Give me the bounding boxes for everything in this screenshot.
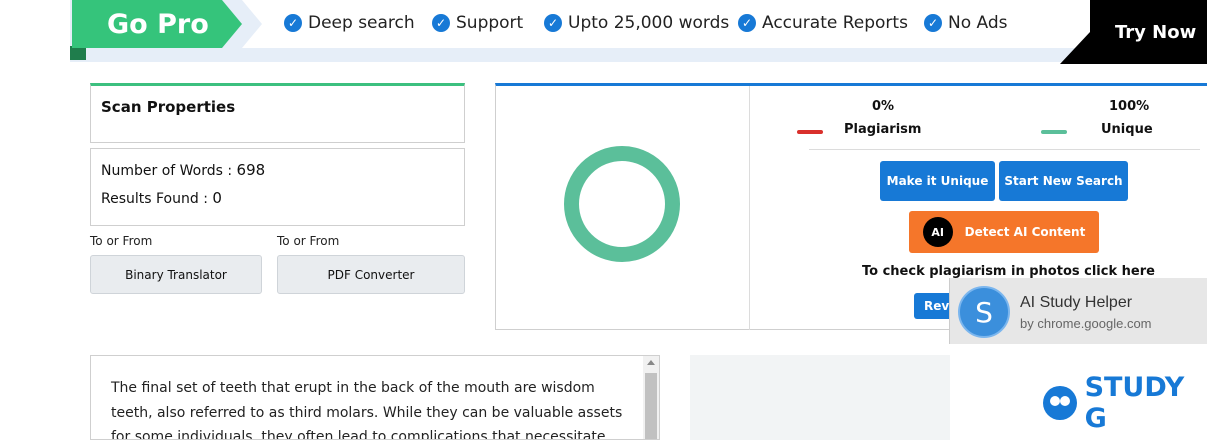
promo-banner: Go Pro ✓ Deep search ✓ Support ✓ Upto 25,00… [70,0,1207,64]
scan-stats-panel: Number of Words : 698 Results Found : 0 [90,148,465,226]
word-count-label: Number of Words : [101,163,233,179]
unique-label: Unique [1101,122,1153,137]
feature-label: Support [456,13,524,33]
scrollbar[interactable] [643,356,659,439]
feature-label: Accurate Reports [762,13,908,33]
start-new-search-button[interactable]: Start New Search [999,161,1128,201]
extension-avatar: S [958,286,1010,338]
tool-caption: To or From [90,234,153,248]
feature-label: Deep search [308,13,415,33]
detect-ai-content-button[interactable]: AI Detect AI Content [909,211,1099,253]
feature-label: Upto 25,000 words [568,13,730,33]
results-found: Results Found : 0 [101,189,222,207]
ai-icon: AI [922,217,953,247]
feature-item: ✓ Support [432,13,523,33]
unique-percent: 100% [1109,99,1150,114]
pdf-converter-button[interactable]: PDF Converter [277,255,465,294]
results-found-label: Results Found : [101,191,208,207]
check-icon: ✓ [738,14,756,32]
scrollbar-thumb[interactable] [645,373,657,439]
feature-item: ✓ Accurate Reports [738,13,908,33]
ad-placeholder [690,355,950,440]
binary-translator-button[interactable]: Binary Translator [90,255,262,294]
detect-ai-label: Detect AI Content [964,225,1086,239]
scan-properties-title: Scan Properties [101,98,236,116]
text-input-area[interactable]: The final set of teeth that erupt in the… [90,355,660,440]
feature-item: ✓ Deep search [284,13,415,33]
scan-properties-panel: Scan Properties [90,83,465,143]
results-found-value: 0 [212,189,222,207]
check-icon: ✓ [924,14,942,32]
study-logo[interactable]: STUDY G [1043,372,1207,434]
feature-strip: ✓ Deep search ✓ Support ✓ Upto 25,000 words… [242,0,1102,48]
notification-title: AI Study Helper [1020,294,1133,311]
unique-legend-swatch [1041,130,1067,134]
feature-item: ✓ No Ads [924,13,1008,33]
feature-item: ✓ Upto 25,000 words [544,13,729,33]
notification-subtitle: by chrome.google.com [1020,316,1152,331]
uniqueness-donut-chart [564,146,680,262]
study-logo-text: STUDY G [1084,372,1185,434]
word-count-value: 698 [236,161,266,179]
plagiarism-legend-swatch [797,130,823,134]
panel-divider [749,86,750,330]
make-it-unique-button[interactable]: Make it Unique [880,161,995,201]
go-pro-badge[interactable]: Go Pro [72,0,242,48]
text-content: The final set of teeth that erupt in the… [111,380,623,440]
check-icon: ✓ [544,14,562,32]
feature-label: No Ads [948,13,1008,33]
plagiarism-percent: 0% [872,99,895,114]
plagiarism-label: Plagiarism [844,122,922,137]
scroll-up-arrow-icon[interactable] [647,360,655,365]
go-pro-tab [70,46,86,60]
check-icon: ✓ [432,14,450,32]
check-icon: ✓ [284,14,302,32]
extension-notification[interactable]: S AI Study Helper by chrome.google.com [949,278,1207,344]
tool-caption: To or From [277,234,340,248]
owl-logo-icon [1043,386,1077,420]
legend-divider [809,149,1200,150]
photo-plagiarism-link[interactable]: To check plagiarism in photos click here [862,264,1155,279]
word-count: Number of Words : 698 [101,161,265,179]
